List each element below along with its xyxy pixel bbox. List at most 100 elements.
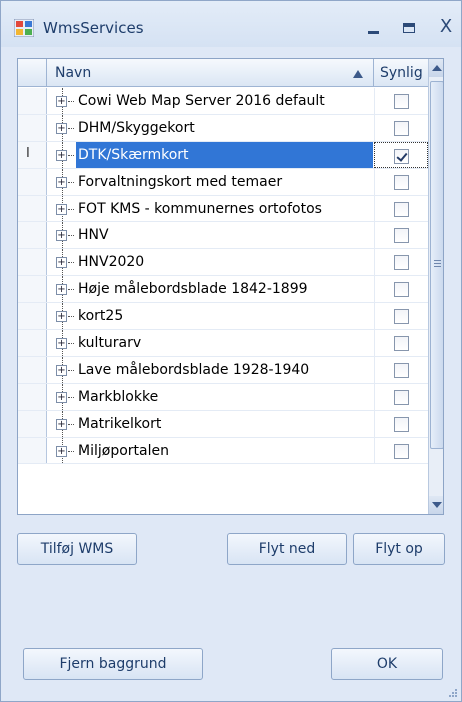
scroll-up-icon[interactable] bbox=[429, 59, 443, 77]
title-bar[interactable]: WmsServices X bbox=[1, 1, 461, 47]
synlig-cell[interactable] bbox=[374, 222, 428, 249]
synlig-cell[interactable] bbox=[374, 88, 428, 114]
service-name-cell[interactable]: kulturarv bbox=[76, 330, 373, 356]
synlig-checkbox[interactable] bbox=[394, 282, 409, 298]
service-name-cell[interactable]: Cowi Web Map Server 2016 default bbox=[76, 88, 373, 114]
service-name-cell[interactable]: FOT KMS - kommunernes ortofotos bbox=[76, 196, 373, 222]
table-row[interactable]: + HNV2020 bbox=[18, 249, 428, 277]
row-header[interactable] bbox=[18, 114, 47, 141]
expand-icon[interactable]: + bbox=[56, 311, 67, 323]
synlig-cell[interactable] bbox=[374, 141, 428, 168]
add-wms-button[interactable]: Tilføj WMS bbox=[17, 533, 137, 565]
remove-background-button[interactable]: Fjern baggrund bbox=[23, 648, 203, 680]
expand-icon[interactable]: + bbox=[56, 418, 67, 430]
scroll-thumb[interactable] bbox=[430, 81, 443, 449]
scroll-down-icon[interactable] bbox=[429, 496, 443, 514]
row-header[interactable] bbox=[18, 195, 47, 222]
row-header[interactable] bbox=[18, 168, 47, 195]
service-name-cell[interactable]: DHM/Skyggekort bbox=[76, 115, 373, 141]
synlig-checkbox[interactable] bbox=[394, 120, 409, 136]
table-row[interactable]: + kort25 bbox=[18, 303, 428, 331]
move-down-button[interactable]: Flyt ned bbox=[227, 533, 347, 565]
table-row[interactable]: + Forvaltningskort med temaer bbox=[18, 168, 428, 196]
row-header[interactable] bbox=[18, 303, 47, 330]
service-name-cell[interactable]: Matrikelkort bbox=[76, 411, 373, 437]
synlig-cell[interactable] bbox=[374, 383, 428, 410]
expand-icon[interactable]: + bbox=[56, 149, 67, 161]
synlig-checkbox[interactable] bbox=[394, 443, 409, 459]
synlig-checkbox[interactable] bbox=[394, 228, 409, 244]
service-name-cell[interactable]: Markblokke bbox=[76, 384, 373, 410]
service-name-cell[interactable]: Lave målebordsblade 1928-1940 bbox=[76, 357, 373, 383]
synlig-checkbox[interactable] bbox=[394, 416, 409, 432]
service-name-cell[interactable]: Høje målebordsblade 1842-1899 bbox=[76, 276, 373, 302]
expand-icon[interactable]: + bbox=[56, 96, 67, 107]
column-header-navn[interactable]: Navn bbox=[47, 59, 374, 87]
table-row[interactable]: + Lave målebordsblade 1928-1940 bbox=[18, 356, 428, 384]
resize-grip-icon[interactable] bbox=[449, 689, 457, 697]
table-row[interactable]: + DHM/Skyggekort bbox=[18, 114, 428, 142]
maximize-button[interactable] bbox=[397, 15, 423, 39]
row-header[interactable] bbox=[18, 437, 47, 464]
synlig-checkbox[interactable] bbox=[394, 148, 409, 164]
synlig-checkbox[interactable] bbox=[394, 255, 409, 271]
synlig-cell[interactable] bbox=[374, 276, 428, 303]
column-header-synlig[interactable]: Synlig bbox=[374, 59, 428, 87]
synlig-cell[interactable] bbox=[374, 330, 428, 356]
row-header[interactable] bbox=[18, 222, 47, 249]
synlig-cell[interactable] bbox=[374, 168, 428, 195]
table-row[interactable]: + Miljøportalen bbox=[18, 437, 428, 465]
table-row[interactable]: + Høje målebordsblade 1842-1899 bbox=[18, 276, 428, 304]
expand-icon[interactable]: + bbox=[56, 203, 67, 215]
table-row[interactable]: I + DTK/Skærmkort bbox=[18, 141, 428, 169]
expand-icon[interactable]: + bbox=[56, 364, 67, 376]
table-row[interactable]: + Matrikelkort bbox=[18, 410, 428, 438]
table-row[interactable]: + kulturarv bbox=[18, 330, 428, 357]
row-header[interactable] bbox=[18, 356, 47, 383]
row-header[interactable] bbox=[18, 276, 47, 303]
row-header[interactable] bbox=[18, 383, 47, 410]
row-header[interactable] bbox=[18, 249, 47, 276]
table-row[interactable]: + Cowi Web Map Server 2016 default bbox=[18, 88, 428, 115]
expand-icon[interactable]: + bbox=[56, 176, 67, 188]
synlig-checkbox[interactable] bbox=[394, 389, 409, 405]
synlig-cell[interactable] bbox=[374, 303, 428, 330]
expand-icon[interactable]: + bbox=[56, 122, 67, 134]
row-header[interactable] bbox=[18, 410, 47, 437]
table-row[interactable]: + Markblokke bbox=[18, 383, 428, 411]
table-row[interactable]: + FOT KMS - kommunernes ortofotos bbox=[18, 195, 428, 223]
move-up-button[interactable]: Flyt op bbox=[353, 533, 445, 565]
service-name-cell[interactable]: HNV2020 bbox=[76, 249, 373, 275]
synlig-cell[interactable] bbox=[374, 195, 428, 222]
minimize-button[interactable] bbox=[361, 15, 387, 39]
service-name-cell[interactable]: kort25 bbox=[76, 303, 373, 329]
synlig-cell[interactable] bbox=[374, 114, 428, 141]
expand-icon[interactable]: + bbox=[56, 284, 67, 296]
row-header[interactable] bbox=[18, 88, 47, 114]
synlig-cell[interactable] bbox=[374, 410, 428, 437]
row-header[interactable]: I bbox=[18, 141, 47, 168]
service-name-cell[interactable]: HNV bbox=[76, 222, 373, 248]
row-header[interactable] bbox=[18, 330, 47, 356]
service-name-cell[interactable]: Miljøportalen bbox=[76, 438, 373, 464]
synlig-checkbox[interactable] bbox=[394, 309, 409, 325]
expand-icon[interactable]: + bbox=[56, 391, 67, 403]
service-name-cell[interactable]: DTK/Skærmkort bbox=[76, 141, 373, 168]
table-row[interactable]: + HNV bbox=[18, 222, 428, 250]
synlig-cell[interactable] bbox=[374, 356, 428, 383]
expand-icon[interactable]: + bbox=[56, 230, 67, 242]
synlig-checkbox[interactable] bbox=[394, 362, 409, 378]
synlig-cell[interactable] bbox=[374, 437, 428, 464]
expand-icon[interactable]: + bbox=[56, 445, 67, 457]
synlig-checkbox[interactable] bbox=[394, 94, 409, 109]
synlig-checkbox[interactable] bbox=[394, 201, 409, 217]
close-button[interactable]: X bbox=[433, 15, 459, 39]
synlig-cell[interactable] bbox=[374, 249, 428, 276]
synlig-checkbox[interactable] bbox=[394, 174, 409, 190]
ok-button[interactable]: OK bbox=[331, 648, 443, 680]
vertical-scrollbar[interactable] bbox=[428, 59, 443, 514]
synlig-checkbox[interactable] bbox=[394, 336, 409, 352]
wms-grid[interactable]: Navn Synlig + Cowi Web Map Server 2016 de… bbox=[17, 58, 444, 515]
expand-icon[interactable]: + bbox=[56, 257, 67, 269]
service-name-cell[interactable]: Forvaltningskort med temaer bbox=[76, 169, 373, 195]
